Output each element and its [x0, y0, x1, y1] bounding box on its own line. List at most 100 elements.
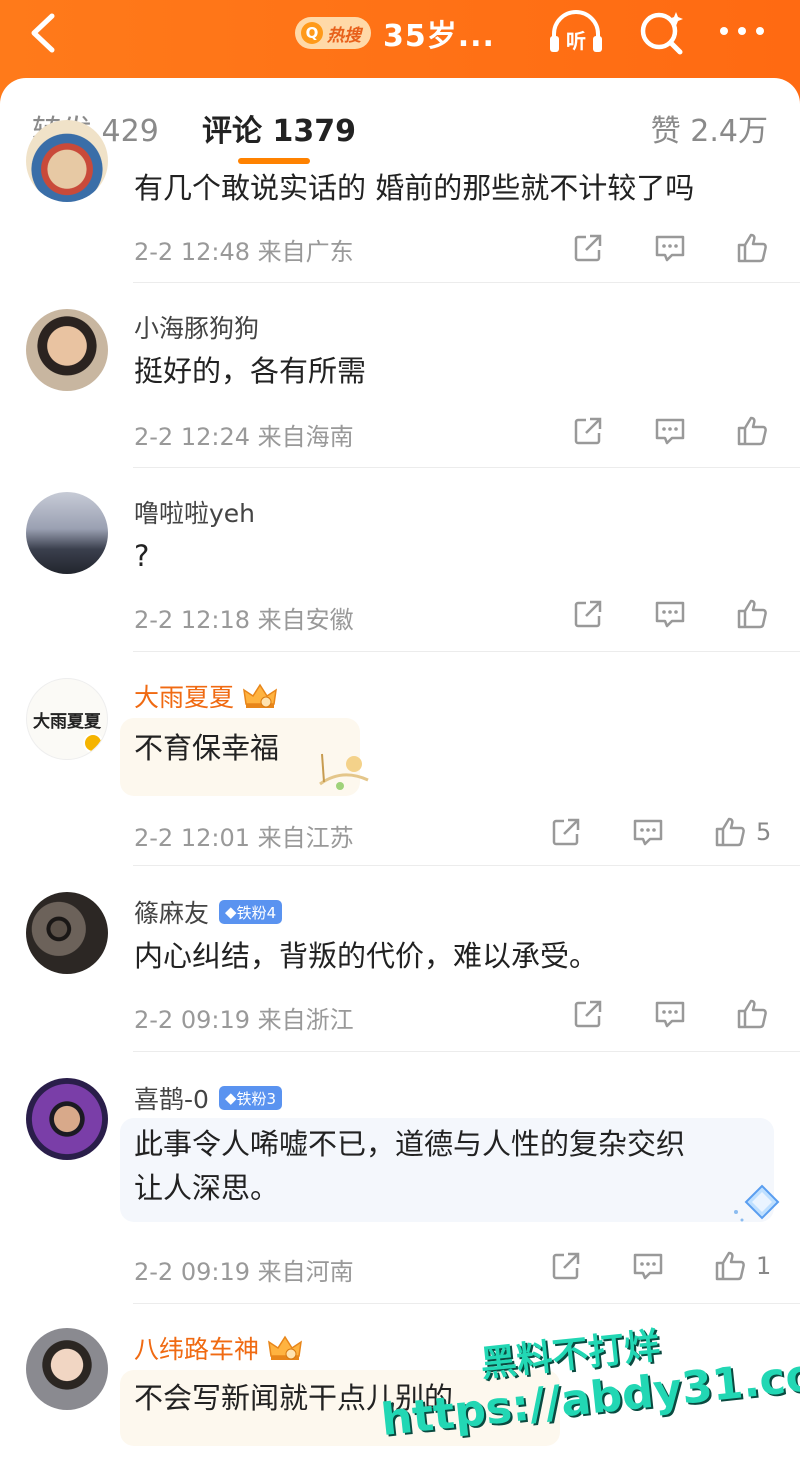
- verified-icon: [83, 733, 103, 753]
- comment-author[interactable]: 喜鹊-0 ◆ 铁粉3: [134, 1080, 283, 1116]
- tab-like[interactable]: 赞 2.4万: [651, 106, 768, 150]
- comment-actions: 5: [502, 814, 772, 850]
- comment-time: 2-2 12:24: [134, 423, 250, 451]
- comment-actions: [524, 230, 770, 266]
- reply-icon[interactable]: [652, 230, 688, 266]
- comment-location: 来自浙江: [257, 1006, 354, 1034]
- reply-icon[interactable]: [652, 996, 688, 1032]
- diamond-sticker-icon: [728, 1182, 788, 1226]
- comment-actions: [524, 413, 770, 449]
- hot-search-label: 热搜: [327, 25, 361, 46]
- hot-search-title[interactable]: Q 热搜 35岁...: [295, 8, 495, 58]
- comment-time: 2-2 12:18: [134, 606, 250, 634]
- comment-time: 2-2 09:19: [134, 1258, 250, 1286]
- comment-text: ?: [134, 539, 150, 573]
- share-icon[interactable]: [570, 413, 606, 449]
- author-name: 大雨夏夏: [134, 683, 235, 712]
- back-icon[interactable]: [22, 10, 68, 56]
- comment-meta: 2-2 12:48 来自广东: [134, 232, 354, 267]
- comment-time: 2-2 12:01: [134, 824, 250, 852]
- like-count: 5: [756, 818, 772, 846]
- comment-author[interactable]: 大雨夏夏: [134, 678, 278, 714]
- like-icon[interactable]: [734, 413, 770, 449]
- reply-icon[interactable]: [630, 814, 666, 850]
- like-icon[interactable]: [734, 230, 770, 266]
- crown-badge-icon: [267, 1334, 303, 1362]
- avatar[interactable]: [26, 892, 108, 974]
- reply-icon[interactable]: [652, 596, 688, 632]
- comment-text: 内心纠结，背叛的代价，难以承受。: [134, 939, 599, 973]
- avatar[interactable]: [26, 1328, 108, 1410]
- avatar[interactable]: [26, 492, 108, 574]
- fan-badge-label: 铁粉4: [236, 903, 277, 922]
- comment-item: 喜鹊-0 ◆ 铁粉3 此事令人唏嘘不已，道德与人性的复杂交织 让人深思。 2-2…: [0, 1052, 800, 1304]
- comment-location: 来自海南: [257, 423, 354, 451]
- avatar[interactable]: [26, 309, 108, 391]
- comment-item: 篠麻友 ◆ 铁粉4 内心纠结，背叛的代价，难以承受。 2-2 09:19 来自浙…: [0, 866, 800, 1052]
- avatar[interactable]: [26, 1078, 108, 1160]
- like-icon[interactable]: [712, 814, 748, 850]
- share-icon[interactable]: [570, 596, 606, 632]
- fan-badge: ◆ 铁粉3: [218, 1086, 283, 1110]
- comment-time: 2-2 12:48: [134, 238, 250, 266]
- hot-search-pill[interactable]: Q 热搜: [295, 17, 371, 49]
- more-icon[interactable]: [716, 16, 768, 46]
- comment-location: 来自广东: [257, 238, 354, 266]
- reply-icon[interactable]: [630, 1248, 666, 1284]
- bubble-sticker-icon: [312, 748, 374, 794]
- comment-location: 来自江苏: [257, 824, 354, 852]
- search-icon[interactable]: [636, 6, 688, 58]
- avatar[interactable]: 大雨夏夏: [26, 678, 108, 760]
- like-count: 1: [756, 1252, 772, 1280]
- comment-item: 大雨夏夏 大雨夏夏 不育保幸福 2-2 12:01 来自江苏 5: [0, 652, 800, 866]
- comment-text: 不会写新闻就干点儿别的: [134, 1381, 454, 1415]
- like-icon[interactable]: [712, 1248, 748, 1284]
- comment-location: 来自安徽: [257, 606, 354, 634]
- avatar-text: 大雨夏夏: [33, 711, 101, 732]
- comment-location: 来自河南: [257, 1258, 354, 1286]
- comment-author[interactable]: 八纬路车神: [134, 1330, 303, 1366]
- divider: [133, 282, 800, 283]
- comment-text: 挺好的，各有所需: [134, 354, 367, 388]
- comment-meta: 2-2 12:24 来自海南: [134, 417, 354, 452]
- comment-author[interactable]: 噜啦啦yeh: [134, 494, 255, 530]
- comment-actions: 1: [502, 1248, 772, 1284]
- author-name: 喜鹊-0: [134, 1085, 209, 1114]
- comment-actions: [524, 596, 770, 632]
- comment-actions: [524, 996, 770, 1032]
- comment-text-line: 此事令人唏嘘不已，道德与人性的复杂交织: [134, 1127, 686, 1161]
- listen-headphone-icon[interactable]: 听: [546, 8, 606, 58]
- avatar[interactable]: [26, 120, 108, 202]
- like-icon[interactable]: [734, 996, 770, 1032]
- author-name: 八纬路车神: [134, 1335, 260, 1364]
- fan-badge-label: 铁粉3: [236, 1089, 277, 1108]
- topic-title: 35岁...: [383, 19, 495, 54]
- comment-item: 小海豚狗狗 挺好的，各有所需 2-2 12:24 来自海南: [0, 285, 800, 468]
- fan-badge: ◆ 铁粉4: [219, 900, 283, 924]
- comment-text: 不育保幸福: [134, 731, 280, 765]
- crown-badge-icon: [242, 682, 278, 710]
- comment-item: 有几个敢说实话的 婚前的那些就不计较了吗 2-2 12:48 来自广东: [0, 120, 800, 285]
- comment-meta: 2-2 12:18 来自安徽: [134, 600, 354, 635]
- comment-text-line: 让人深思。: [134, 1171, 280, 1205]
- comment-text: 此事令人唏嘘不已，道德与人性的复杂交织 让人深思。: [134, 1122, 685, 1210]
- comment-time: 2-2 09:19: [134, 1006, 250, 1034]
- listen-label: 听: [566, 29, 586, 53]
- share-icon[interactable]: [570, 996, 606, 1032]
- share-icon[interactable]: [570, 230, 606, 266]
- comment-meta: 2-2 09:19 来自河南: [134, 1252, 354, 1287]
- tab-comment[interactable]: 评论 1379: [202, 106, 356, 150]
- reply-icon[interactable]: [652, 413, 688, 449]
- like-icon[interactable]: [734, 596, 770, 632]
- comment-item: 八纬路车神 不会写新闻就干点儿别的: [0, 1304, 800, 1457]
- author-name: 篠麻友: [134, 899, 210, 928]
- comment-author[interactable]: 小海豚狗狗: [134, 309, 259, 345]
- comment-meta: 2-2 12:01 来自江苏: [134, 818, 354, 853]
- comment-meta: 2-2 09:19 来自浙江: [134, 1000, 354, 1035]
- share-icon[interactable]: [548, 1248, 584, 1284]
- share-icon[interactable]: [548, 814, 584, 850]
- hot-search-icon: Q: [301, 22, 323, 44]
- comment-author[interactable]: 篠麻友 ◆ 铁粉4: [134, 894, 283, 930]
- comment-item: 噜啦啦yeh ? 2-2 12:18 来自安徽: [0, 468, 800, 652]
- comment-text: 有几个敢说实话的 婚前的那些就不计较了吗: [134, 171, 695, 205]
